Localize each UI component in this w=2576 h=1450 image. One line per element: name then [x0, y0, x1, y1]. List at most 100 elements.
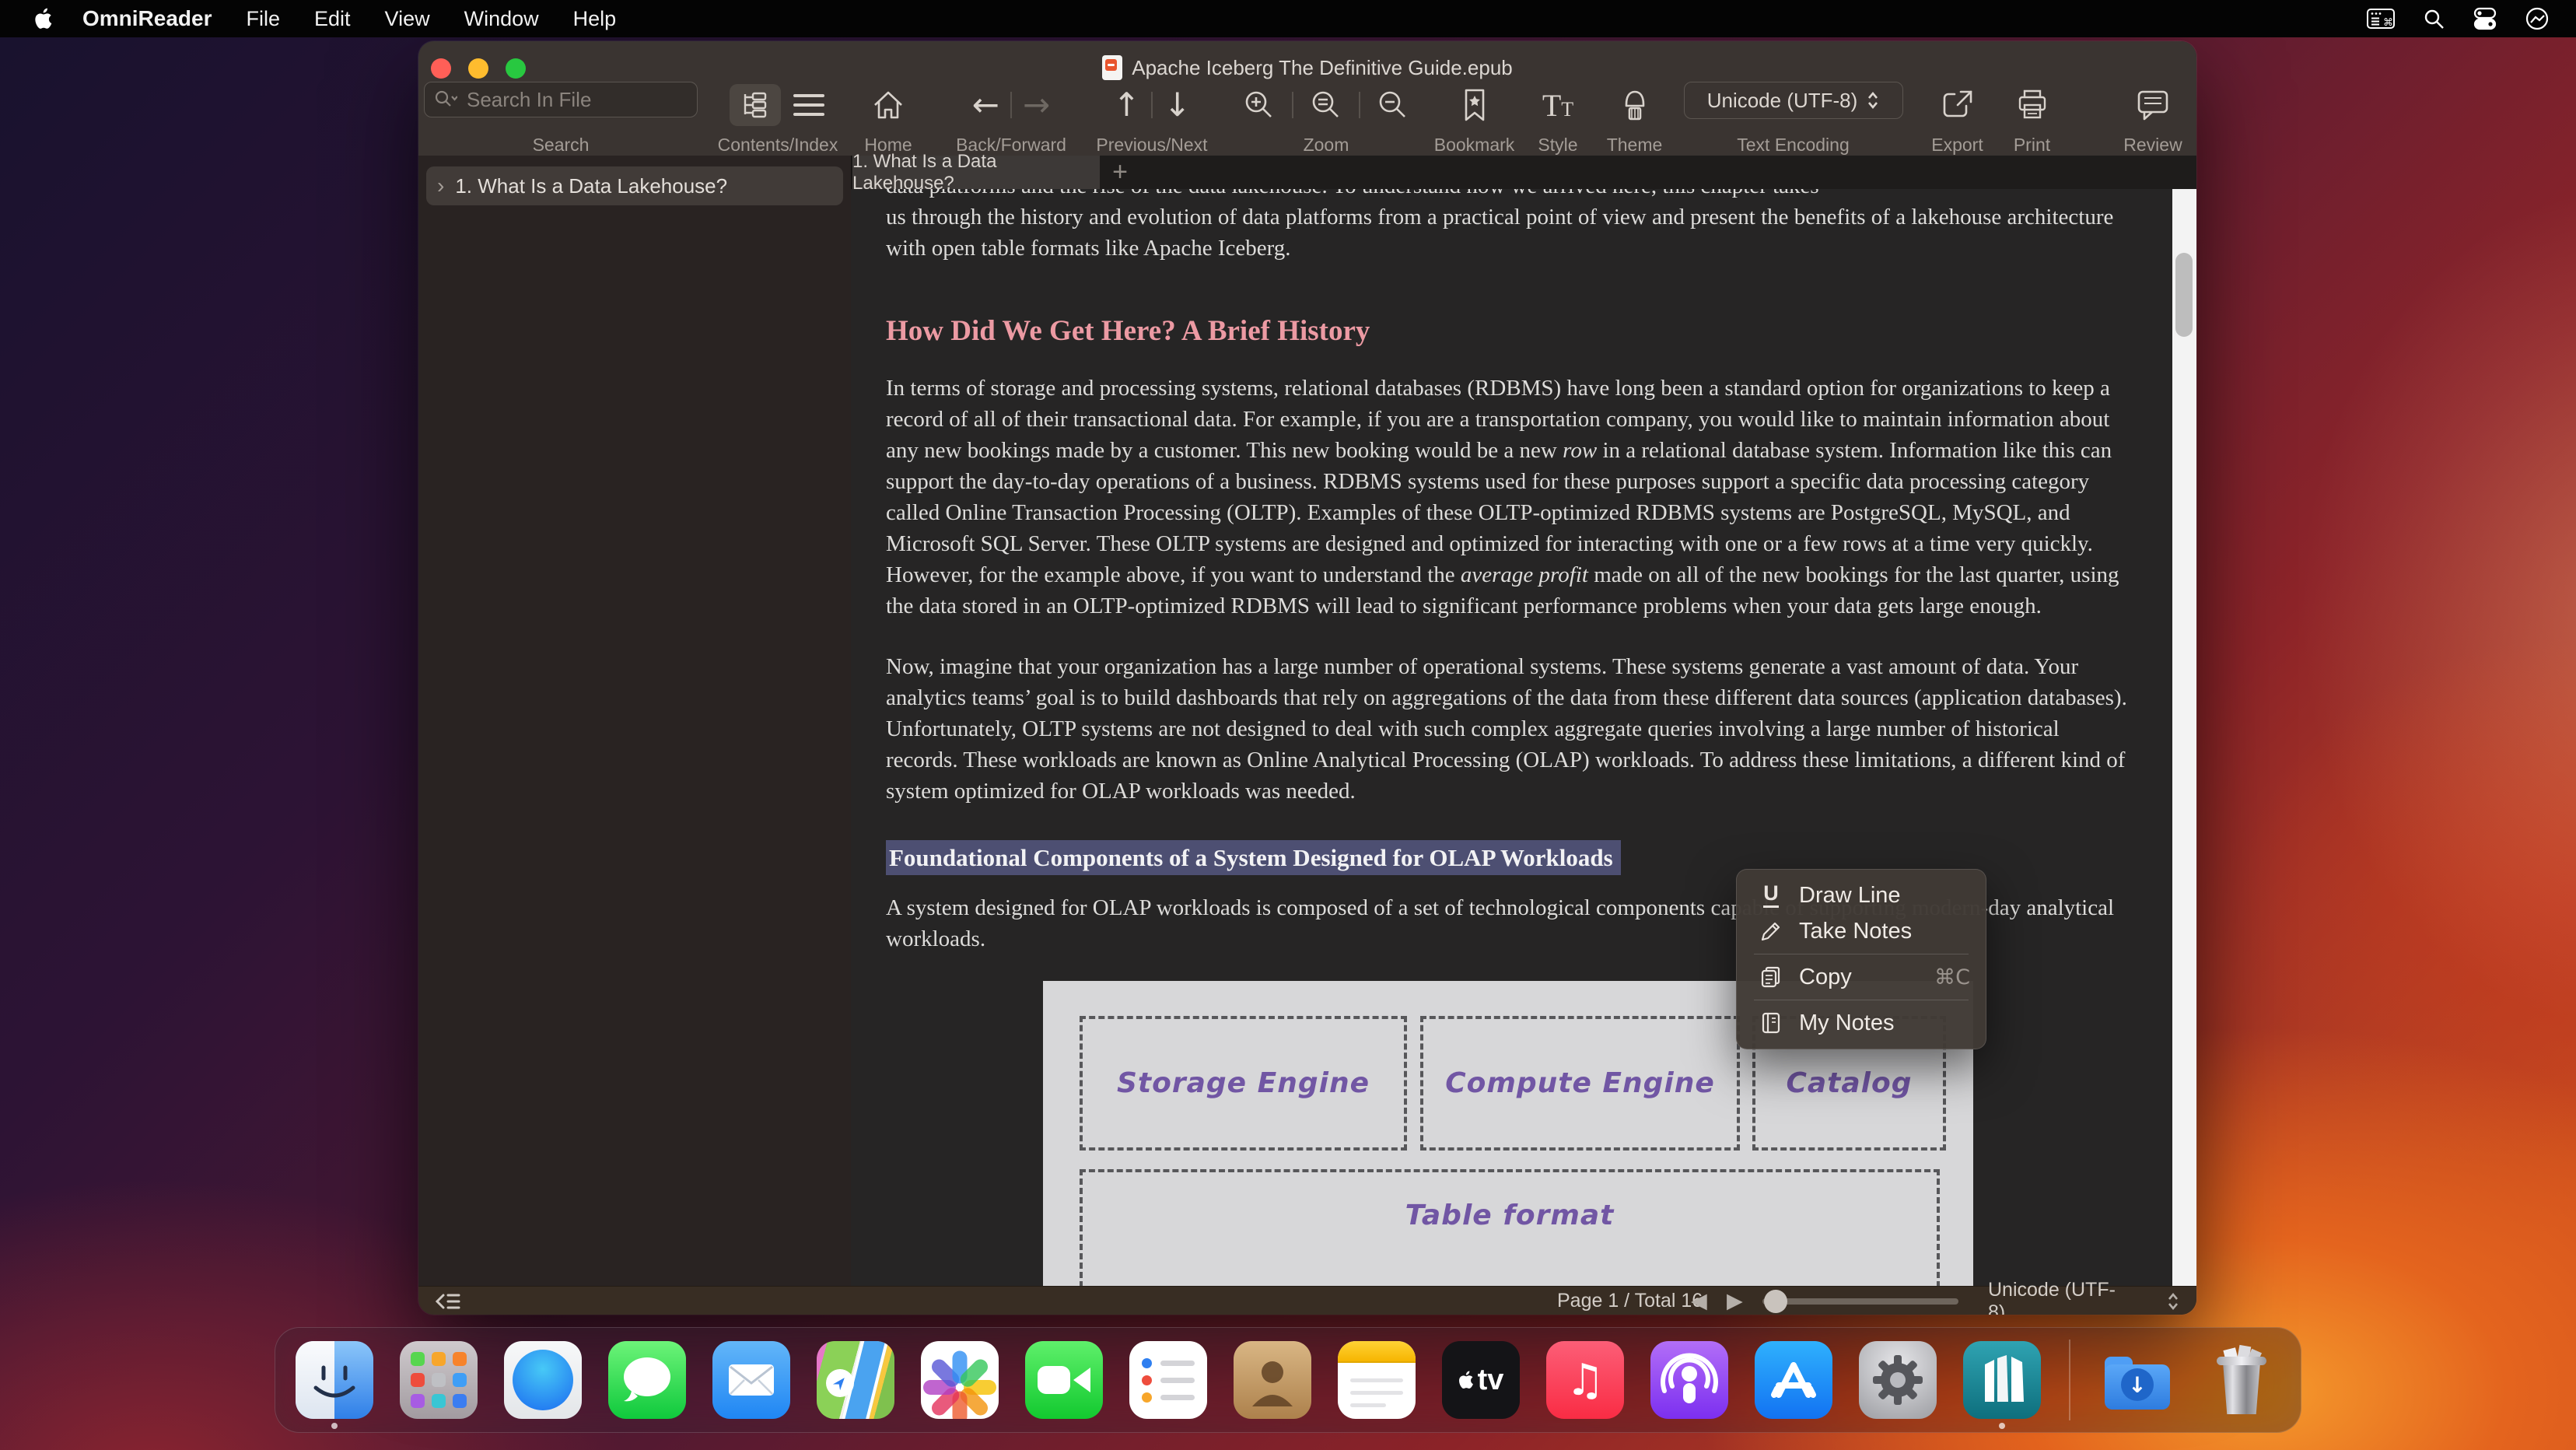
sidebar-toggle-button[interactable]: [434, 1287, 462, 1315]
menu-help[interactable]: Help: [573, 7, 617, 31]
mail-icon: [712, 1341, 790, 1419]
next-button[interactable]: ↓: [1164, 89, 1191, 121]
zoom-out-button[interactable]: [1376, 88, 1410, 122]
export-button[interactable]: [1941, 88, 1975, 122]
dock-omnireader[interactable]: [1963, 1341, 2041, 1429]
menu-bar-status-area: ⌘: [2366, 6, 2550, 31]
bookmark-group: Bookmark: [1434, 82, 1514, 156]
next-page-button[interactable]: ▶: [1727, 1287, 1743, 1315]
menu-view[interactable]: View: [385, 7, 430, 31]
safari-icon: [504, 1341, 582, 1419]
reader-content: data platforms and the rise of the data …: [851, 189, 2172, 1286]
dock-music[interactable]: ♫: [1546, 1341, 1624, 1419]
keyboard-input-icon[interactable]: ⌘: [2366, 7, 2396, 30]
scrollbar-track[interactable]: [2172, 189, 2196, 1286]
dock-safari[interactable]: [504, 1341, 582, 1419]
underline-icon: U: [1757, 883, 1785, 908]
dock-reminders[interactable]: [1129, 1341, 1207, 1419]
app-menu-title[interactable]: OmniReader: [82, 6, 212, 31]
divider: [1359, 92, 1360, 118]
dock-system-settings[interactable]: [1859, 1341, 1937, 1419]
zoom-reset-button[interactable]: [1309, 88, 1343, 122]
contents-tree-button[interactable]: [730, 84, 781, 126]
dock-facetime[interactable]: [1025, 1341, 1103, 1419]
dock-mail[interactable]: [712, 1341, 790, 1419]
review-group: Review: [2114, 82, 2192, 156]
page-slider[interactable]: [1762, 1287, 1958, 1315]
slider-knob[interactable]: [1764, 1289, 1787, 1313]
context-menu-item-my-notes[interactable]: My Notes: [1737, 1005, 1986, 1041]
search-field[interactable]: [424, 82, 698, 117]
previous-page-button[interactable]: ◀: [1691, 1287, 1707, 1315]
window-title: Apache Iceberg The Definitive Guide.epub: [1132, 55, 1513, 79]
dock-maps[interactable]: [817, 1341, 894, 1419]
style-button[interactable]: TT: [1542, 87, 1573, 124]
desktop: OmniReader File Edit View Window Help ⌘ …: [0, 0, 2576, 1450]
scrollbar-thumb[interactable]: [2175, 253, 2193, 337]
control-center-icon[interactable]: [2472, 7, 2498, 30]
menu-file[interactable]: File: [247, 7, 281, 31]
menu-edit[interactable]: Edit: [314, 7, 351, 31]
sidebar-item-chapter-1[interactable]: › 1. What Is a Data Lakehouse?: [426, 166, 843, 205]
search-input[interactable]: [465, 86, 688, 113]
dock-launchpad[interactable]: [400, 1341, 478, 1419]
facetime-icon: [1025, 1341, 1103, 1419]
status-encoding-stepper[interactable]: [2167, 1287, 2179, 1315]
dock-downloads[interactable]: ↓: [2098, 1341, 2176, 1419]
review-button[interactable]: [2135, 88, 2171, 122]
messages-icon: [608, 1341, 686, 1419]
back-button[interactable]: ←: [972, 89, 999, 121]
text-encoding-select[interactable]: Unicode (UTF-8): [1683, 82, 1903, 119]
spotlight-search-icon[interactable]: [2422, 7, 2445, 30]
clock-status-icon[interactable]: [2525, 6, 2550, 31]
clipped-text-line: data platforms and the rise of the data …: [886, 189, 2130, 201]
index-list-button[interactable]: [792, 89, 826, 121]
dock-finder[interactable]: [296, 1341, 373, 1429]
stepper-icon: [1867, 91, 1879, 110]
apple-tv-icon: tv: [1442, 1341, 1520, 1419]
launchpad-icon: [400, 1341, 478, 1419]
context-menu-item-copy[interactable]: Copy ⌘C: [1737, 959, 1986, 995]
status-encoding: Unicode (UTF-8): [1988, 1278, 2116, 1315]
contacts-icon: [1234, 1341, 1311, 1419]
dock-contacts[interactable]: [1234, 1341, 1311, 1419]
apple-menu-icon[interactable]: [34, 7, 54, 30]
print-button[interactable]: [2015, 88, 2049, 122]
bookmark-label: Bookmark: [1433, 135, 1515, 155]
running-indicator: [331, 1423, 338, 1429]
search-label: Search: [532, 135, 590, 155]
app-store-icon: [1755, 1341, 1832, 1419]
home-button[interactable]: [870, 88, 906, 122]
finder-icon: [296, 1341, 373, 1419]
tab-what-is-a-data-lakehouse[interactable]: 1. What Is a Data Lakehouse?: [852, 151, 1100, 194]
context-menu-item-take-notes[interactable]: Take Notes: [1737, 913, 1986, 949]
menu-bar: OmniReader File Edit View Window Help ⌘: [0, 0, 2576, 37]
zoom-group: Zoom: [1229, 82, 1423, 156]
menu-window[interactable]: Window: [464, 7, 539, 31]
new-tab-button[interactable]: +: [1100, 156, 1140, 189]
dock-app-store[interactable]: [1755, 1341, 1832, 1419]
dock-photos[interactable]: [921, 1341, 999, 1419]
dock-notes[interactable]: [1338, 1341, 1416, 1419]
theme-brush-button[interactable]: [1619, 87, 1651, 123]
chevron-right-icon[interactable]: ›: [437, 173, 444, 198]
notes-icon: [1338, 1341, 1416, 1419]
context-menu-item-draw-line[interactable]: U Draw Line: [1737, 877, 1986, 913]
slider-track[interactable]: [1762, 1289, 1958, 1313]
previous-button[interactable]: ↑: [1113, 89, 1140, 121]
dock-podcasts[interactable]: [1650, 1341, 1728, 1419]
sidebar-item-label: 1. What Is a Data Lakehouse?: [455, 173, 728, 198]
dock-trash[interactable]: [2203, 1341, 2280, 1419]
shortcut-label: ⌘C: [1934, 965, 1970, 989]
dock: tv ♫ ↓: [275, 1327, 2301, 1433]
dock-messages[interactable]: [608, 1341, 686, 1419]
zoom-in-button[interactable]: [1242, 88, 1276, 122]
forward-button[interactable]: →: [1023, 89, 1050, 121]
theme-group: Theme: [1598, 82, 1671, 156]
contents-label: Contents/Index: [717, 135, 838, 155]
status-bar: Page 1 / Total 16 ◀ ▶ Unicode (UTF-8): [418, 1278, 2196, 1315]
dock-apple-tv[interactable]: tv: [1442, 1341, 1520, 1419]
bookmark-button[interactable]: [1459, 87, 1490, 123]
text-encoding-label: Text Encoding: [1737, 135, 1850, 155]
running-indicator: [1999, 1423, 2005, 1429]
